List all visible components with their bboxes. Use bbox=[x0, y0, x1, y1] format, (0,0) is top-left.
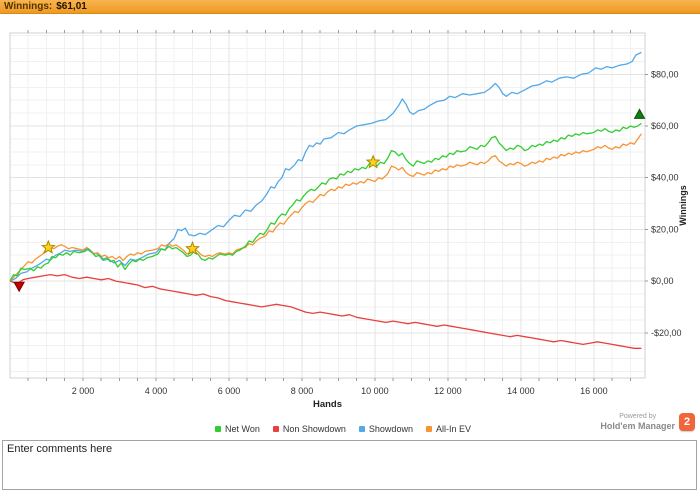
series-net-won bbox=[9, 122, 642, 282]
legend-item-all-in-ev[interactable]: All-In EV bbox=[425, 424, 471, 434]
titlebar: Winnings: $61,01 bbox=[0, 0, 700, 14]
titlebar-label: Winnings: bbox=[4, 1, 53, 12]
y-tick-label: -$20,00 bbox=[651, 328, 682, 338]
app-name-label: Hold'em Manager bbox=[600, 421, 675, 432]
y-tick-label: $20,00 bbox=[651, 224, 679, 234]
legend-item-showdown[interactable]: Showdown bbox=[358, 424, 413, 434]
legend-label: Showdown bbox=[368, 424, 413, 434]
winnings-chart: 2 000 4 000 6 000 8 000 10 000 12 000 14 000 16… bbox=[9, 30, 688, 410]
y-tick-label: $80,00 bbox=[651, 69, 679, 79]
x-tick-label: 16 000 bbox=[580, 386, 608, 396]
start-marker-icon bbox=[13, 281, 25, 293]
winnings-graph-window: Winnings: $61,01 2 000 4 000 6 000 8 000 10 … bbox=[0, 0, 700, 492]
x-tick-label: 10 000 bbox=[361, 386, 389, 396]
y-tick-label: $0,00 bbox=[651, 276, 674, 286]
legend-swatch-icon bbox=[215, 426, 222, 432]
legend-swatch-icon bbox=[358, 426, 365, 432]
legend-label: Non Showdown bbox=[282, 424, 346, 434]
y-axis-title: Winnings bbox=[678, 185, 688, 225]
titlebar-value: $61,01 bbox=[56, 1, 87, 12]
x-tick-label: 8 000 bbox=[291, 386, 314, 396]
plot-area bbox=[9, 32, 646, 379]
x-tick-label: 2 000 bbox=[72, 386, 95, 396]
x-tick-label: 4 000 bbox=[145, 386, 168, 396]
series-non-showdown bbox=[9, 273, 642, 349]
y-tick-label: $60,00 bbox=[651, 121, 679, 131]
chart-legend: Net Won Non Showdown Showdown All-In EV bbox=[0, 424, 686, 434]
x-tick-label: 12 000 bbox=[434, 386, 462, 396]
legend-label: Net Won bbox=[225, 424, 260, 434]
comments-input[interactable]: Enter comments here bbox=[2, 440, 697, 490]
powered-by-label: Powered by bbox=[619, 413, 657, 420]
legend-swatch-icon bbox=[425, 426, 432, 432]
powered-by-logo: Powered by Hold'em Manager 2 bbox=[600, 413, 695, 432]
hm2-badge-icon: 2 bbox=[679, 413, 695, 432]
series-showdown bbox=[9, 51, 642, 282]
end-marker-icon bbox=[633, 108, 646, 119]
x-tick-label: 14 000 bbox=[507, 386, 535, 396]
legend-item-non-showdown[interactable]: Non Showdown bbox=[272, 424, 346, 434]
x-tick-label: 6 000 bbox=[218, 386, 241, 396]
legend-item-net-won[interactable]: Net Won bbox=[215, 424, 260, 434]
y-tick-label: $40,00 bbox=[651, 173, 679, 183]
legend-swatch-icon bbox=[272, 426, 279, 432]
legend-label: All-In EV bbox=[435, 424, 471, 434]
x-axis-title: Hands bbox=[313, 399, 342, 410]
